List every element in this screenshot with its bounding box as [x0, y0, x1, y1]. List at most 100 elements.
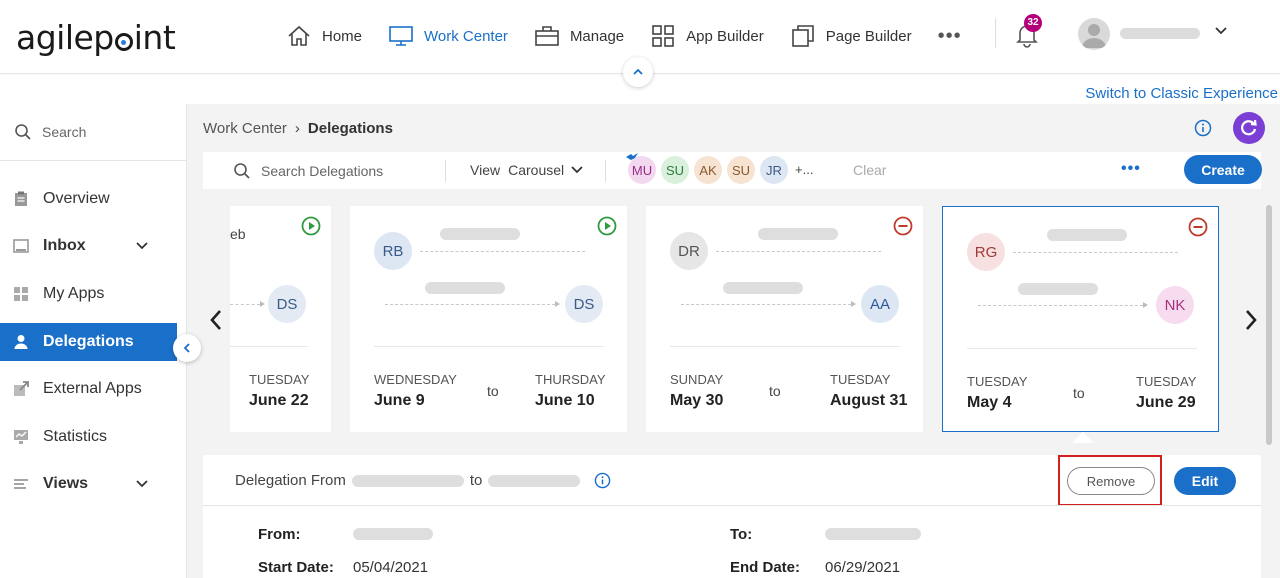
nav-app-builder-label: App Builder [686, 27, 764, 45]
card-from-name-redacted [440, 228, 520, 240]
nav-manage[interactable]: Manage [534, 24, 624, 48]
delegation-card[interactable]: RB DS WEDNESDAY June 9 to THURSDAY June … [350, 206, 627, 432]
card-to-word: to [1073, 385, 1085, 401]
create-button[interactable]: Create [1184, 155, 1262, 184]
switch-classic-link[interactable]: Switch to Classic Experience [1085, 85, 1278, 102]
sidebar-item-inbox[interactable]: Inbox [0, 227, 177, 265]
collapse-header-button[interactable] [623, 57, 653, 87]
active-play-icon[interactable] [301, 216, 321, 236]
chevron-down-icon[interactable] [135, 477, 149, 491]
nav-work-center-label: Work Center [424, 27, 508, 45]
card-from-name-redacted [1047, 229, 1127, 241]
sidebar-item-statistics[interactable]: Statistics [0, 418, 177, 456]
user-menu-chevron-down-icon[interactable] [1214, 24, 1228, 43]
page-info-icon[interactable] [1194, 119, 1212, 142]
avatar-filter[interactable]: SU [727, 156, 755, 184]
edit-button[interactable]: Edit [1174, 467, 1236, 495]
card-from-name-partial: eb [230, 226, 246, 242]
avatar-filter[interactable]: MU [628, 156, 656, 184]
agilepoint-logo[interactable]: agilep int [16, 18, 176, 57]
user-silhouette-icon [1082, 24, 1106, 48]
logo-point-icon [114, 33, 133, 51]
view-value: Carousel [508, 162, 565, 178]
card-divider [670, 346, 900, 347]
nav-home[interactable]: Home [286, 24, 362, 48]
vertical-scrollbar[interactable] [1266, 205, 1272, 445]
inactive-minus-icon[interactable] [893, 216, 913, 236]
card-divider-dashed [716, 251, 881, 252]
selected-card-pointer [1072, 432, 1094, 443]
card-to-avatar: AA [861, 285, 899, 323]
card-to-avatar: DS [565, 285, 603, 323]
remove-button[interactable]: Remove [1067, 467, 1155, 495]
clipboard-icon [15, 191, 27, 206]
toolbar-divider [605, 160, 606, 182]
card-divider-dashed [420, 251, 585, 252]
chevron-down-icon[interactable] [135, 239, 149, 253]
sidebar-item-external-apps[interactable]: External Apps [0, 370, 177, 408]
sidebar-item-views[interactable]: Views [0, 465, 177, 503]
card-end-day: TUESDAY [1136, 374, 1197, 389]
nav-app-builder[interactable]: App Builder [650, 24, 764, 48]
delegations-carousel: eb DS TUESDAY June 22 RB DS WEDNESDAY Ju… [203, 200, 1261, 443]
sidebar-search[interactable]: Search [14, 123, 86, 141]
card-divider [374, 346, 604, 347]
nav-manage-label: Manage [569, 27, 625, 45]
to-label: To: [730, 526, 753, 543]
card-arrow-head [260, 301, 265, 307]
active-play-icon[interactable] [597, 216, 617, 236]
pages-icon [791, 25, 814, 47]
avatar-filter[interactable]: AK [694, 156, 722, 184]
view-selector[interactable]: View Carousel [470, 162, 584, 178]
avatar-filter[interactable]: SU [661, 156, 689, 184]
delegation-card[interactable]: eb DS TUESDAY June 22 [230, 206, 331, 432]
card-divider [230, 346, 308, 347]
info-icon[interactable] [594, 472, 611, 489]
inbox-icon [13, 239, 29, 253]
card-start-day: SUNDAY [670, 372, 724, 387]
delegations-search-input[interactable]: Search Delegations [233, 162, 383, 180]
breadcrumb: Work Center › Delegations [203, 120, 393, 137]
delegation-card[interactable]: DR AA SUNDAY May 30 to TUESDAY August 31 [646, 206, 923, 432]
card-end-date: June 29 [1136, 394, 1196, 411]
user-avatar[interactable] [1078, 18, 1110, 50]
sidebar-item-label: Delegations [43, 333, 134, 350]
sidebar: Search Overview Inbox My Apps Delegation… [0, 104, 187, 578]
user-name-redacted [1120, 28, 1200, 39]
breadcrumb-work-center[interactable]: Work Center [203, 120, 287, 137]
chevron-down-icon [571, 166, 583, 174]
card-arrow-head [851, 301, 856, 307]
view-label: View [470, 162, 501, 178]
sidebar-item-delegations[interactable]: Delegations [0, 323, 177, 361]
collapse-sidebar-button[interactable] [173, 334, 201, 362]
more-options-button[interactable]: ••• [1121, 160, 1141, 178]
more-avatars-button[interactable]: +... [795, 156, 813, 184]
sidebar-item-overview[interactable]: Overview [0, 180, 177, 218]
sidebar-item-label: Overview [43, 190, 110, 207]
details-divider [203, 505, 1261, 506]
card-to-avatar: NK [1156, 286, 1194, 324]
card-arrow-line [230, 304, 260, 305]
avatar-filter[interactable]: JR [760, 156, 788, 184]
person-icon [14, 335, 28, 349]
start-date-value: 05/04/2021 [353, 559, 429, 576]
from-label: From: [258, 526, 301, 543]
breadcrumb-separator: › [294, 120, 300, 137]
carousel-next-button[interactable] [1242, 308, 1260, 337]
end-date-label: End Date: [730, 559, 801, 576]
nav-more-button[interactable]: ••• [938, 25, 962, 48]
card-start-day: TUESDAY [967, 374, 1028, 389]
delegation-card-selected[interactable]: RG NK TUESDAY May 4 to TUESDAY June 29 [942, 206, 1219, 432]
card-end-date: June 22 [249, 392, 309, 409]
nav-work-center[interactable]: Work Center [388, 24, 508, 48]
carousel-prev-button[interactable] [207, 308, 225, 337]
card-from-avatar: DR [670, 232, 708, 270]
logo-text-left: agilep [16, 18, 114, 57]
inactive-minus-icon[interactable] [1188, 217, 1208, 237]
sidebar-item-my-apps[interactable]: My Apps [0, 275, 177, 313]
clear-filter-button[interactable]: Clear [853, 162, 886, 178]
refresh-button[interactable] [1233, 112, 1265, 144]
nav-page-builder[interactable]: Page Builder [790, 24, 912, 48]
search-icon [234, 163, 250, 179]
search-icon [15, 124, 31, 140]
